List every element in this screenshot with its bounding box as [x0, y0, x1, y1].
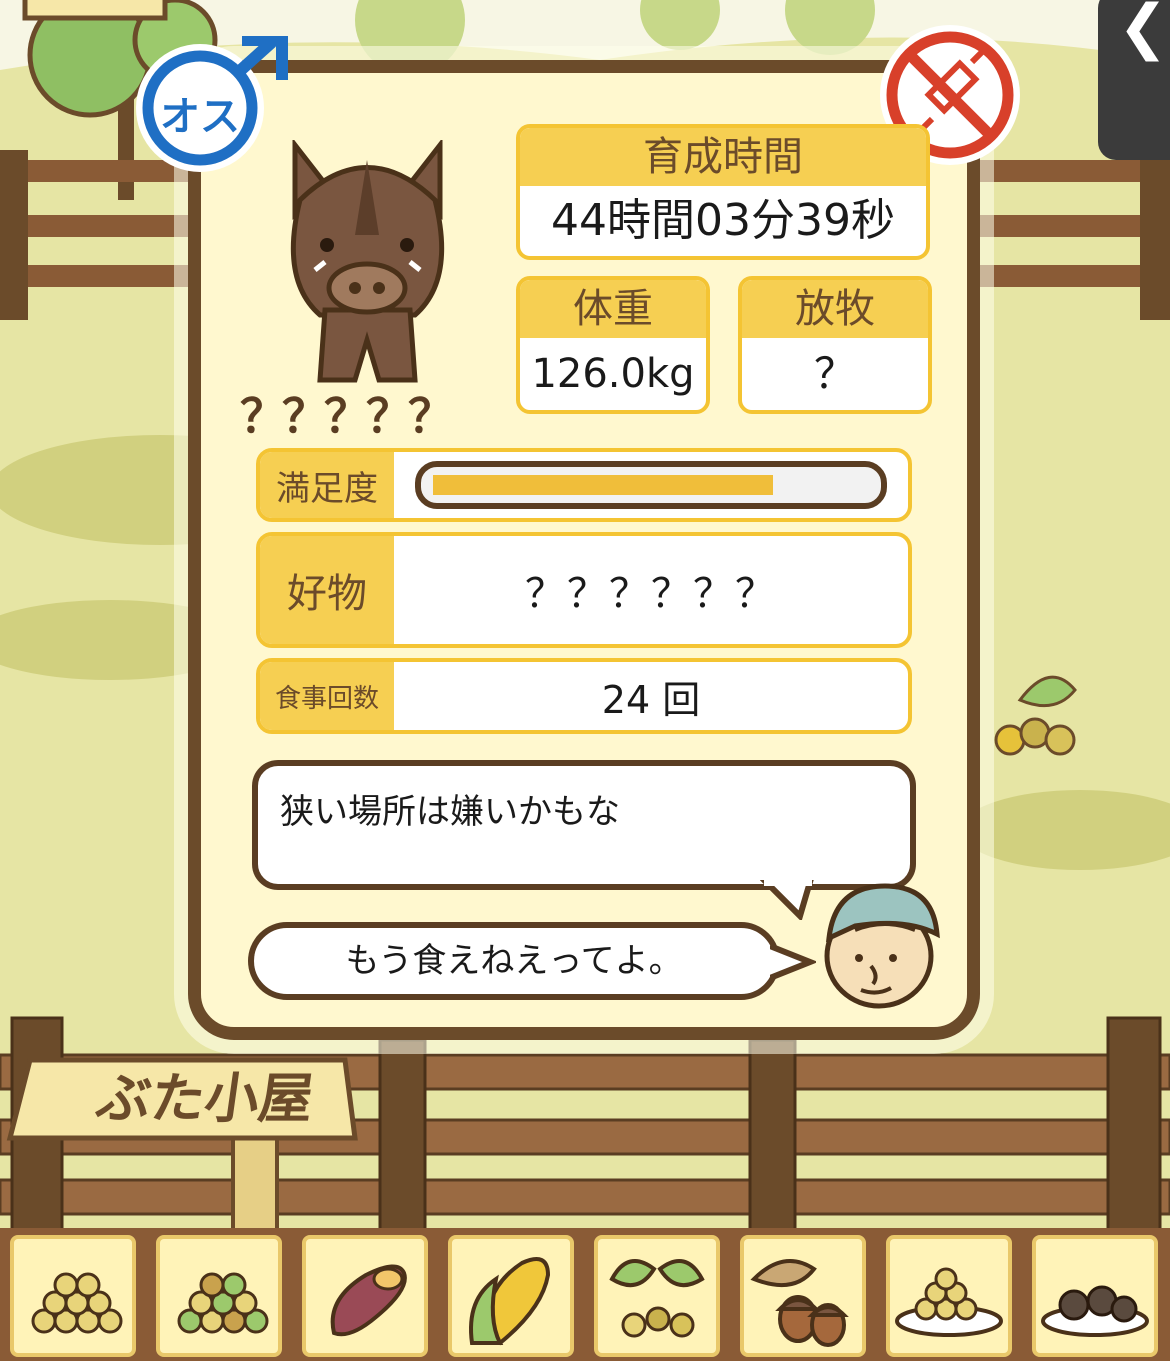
satisfaction-label: 満足度 — [260, 452, 394, 518]
satisfaction-bar-fill — [433, 475, 773, 495]
food-slot-7[interactable] — [886, 1235, 1012, 1357]
food-slot-6[interactable] — [740, 1235, 866, 1357]
farmer-speech-text: もう食えねえってよ。 — [345, 941, 683, 981]
food-slot-8[interactable] — [1032, 1235, 1158, 1357]
boar-illustration — [275, 137, 460, 390]
leaf-beans-icon — [609, 1259, 705, 1338]
sweet-potato-icon — [330, 1264, 407, 1337]
pig-message-bubble: 狭い場所は嫌いかもな — [252, 760, 916, 890]
bean-plate-icon — [895, 1267, 1003, 1337]
pig-message-text: 狭い場所は嫌いかもな — [280, 792, 620, 832]
growth-time-value: 44時間03分39秒 — [551, 195, 895, 246]
gender-badge[interactable]: オス — [132, 34, 288, 176]
mixed-beans-icon — [177, 1272, 269, 1334]
meal-count-value: 24 回 — [601, 677, 701, 722]
weight-label: 体重 — [520, 280, 706, 338]
grazing-value: ？ — [813, 349, 856, 398]
growth-time-card: 育成時間 44時間03分39秒 — [516, 124, 930, 260]
food-slot-3[interactable] — [302, 1235, 428, 1357]
weight-value: 126.0kg — [531, 351, 695, 397]
farmer-speech-tail-icon — [770, 943, 816, 981]
dark-balls-plate-icon — [1041, 1285, 1149, 1337]
farmer-speech-bubble: もう食えねえってよ。 — [248, 922, 780, 1000]
soybean-pile-icon — [31, 1272, 123, 1334]
food-slot-5[interactable] — [594, 1235, 720, 1357]
favorite-food-row: 好物 ？？？？？？ — [256, 532, 912, 648]
food-slot-2[interactable] — [156, 1235, 282, 1357]
corn-icon — [469, 1257, 551, 1346]
food-slot-1[interactable] — [10, 1235, 136, 1357]
favorite-food-label: 好物 — [260, 536, 394, 644]
gender-label: オス — [160, 94, 240, 140]
weight-card: 体重 126.0kg — [516, 276, 710, 414]
farmer-avatar — [815, 878, 951, 1010]
bubble-tail-icon — [760, 880, 814, 920]
grazing-label: 放牧 — [742, 280, 928, 338]
meal-count-label: 食事回数 — [260, 662, 394, 730]
pig-barn-sign: ぶた小屋 — [92, 1067, 318, 1130]
back-button[interactable]: ❮ — [1098, 0, 1170, 160]
pig-name: ？？？？？ — [240, 389, 454, 443]
favorite-food-value: ？？？？？？ — [525, 571, 777, 617]
grazing-card: 放牧 ？ — [738, 276, 932, 414]
acorn-icon — [750, 1259, 849, 1347]
back-chevron-icon: ❮ — [1117, 0, 1169, 62]
food-slot-4[interactable] — [448, 1235, 574, 1357]
satisfaction-bar — [415, 461, 887, 509]
satisfaction-row: 満足度 — [256, 448, 912, 522]
growth-time-label: 育成時間 — [520, 128, 926, 186]
meal-count-row: 食事回数 24 回 — [256, 658, 912, 734]
